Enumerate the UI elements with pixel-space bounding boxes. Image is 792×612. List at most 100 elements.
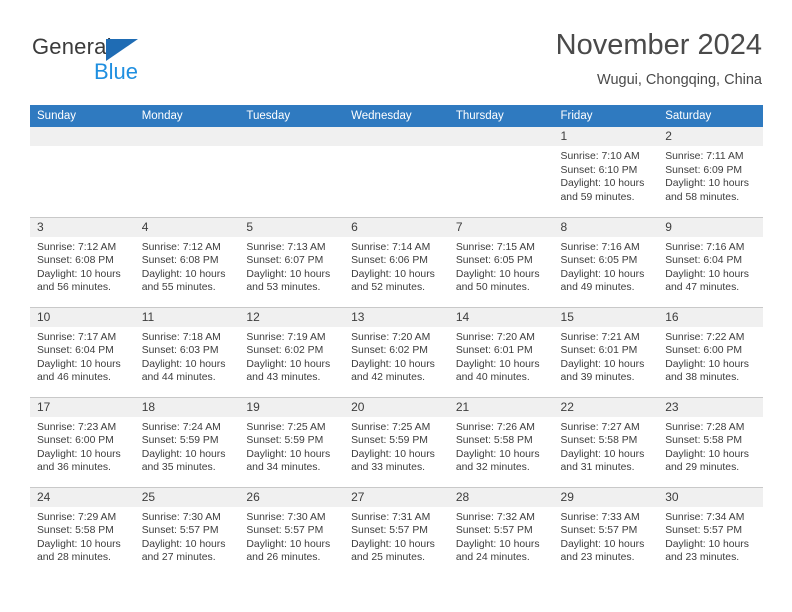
daylight-text-line1: Daylight: 10 hours bbox=[665, 538, 749, 550]
day-cell-body: 14 Sunrise: 7:20 AM Sunset: 6:01 PM Dayligh… bbox=[448, 307, 554, 397]
weekday-header-monday: Monday bbox=[134, 105, 240, 127]
page-header: General Blue November 2024 Wugui, Chongq… bbox=[30, 28, 762, 98]
day-number: 25 bbox=[134, 487, 240, 507]
day-sun-info: Sunrise: 7:30 AM Sunset: 5:57 PM Daylight:… bbox=[239, 507, 344, 565]
sunset-text: Sunset: 6:05 PM bbox=[455, 255, 533, 267]
sunset-text: Sunset: 5:58 PM bbox=[665, 435, 743, 447]
calendar-day-cell[interactable]: 10 Sunrise: 7:17 AM Sunset: 6:04 PM Dayligh… bbox=[30, 306, 135, 397]
daylight-text-line1: Daylight: 10 hours bbox=[560, 268, 645, 280]
day-cell-body: 3 Sunrise: 7:12 AM Sunset: 6:08 PM Daylight… bbox=[30, 217, 135, 307]
calendar-day-cell[interactable]: 12 Sunrise: 7:19 AM Sunset: 6:02 PM Dayligh… bbox=[239, 306, 345, 397]
day-number bbox=[30, 127, 135, 146]
daylight-text-line1: Daylight: 10 hours bbox=[246, 448, 331, 460]
day-number bbox=[239, 127, 345, 146]
calendar-day-cell[interactable]: 13 Sunrise: 7:20 AM Sunset: 6:02 PM Dayligh… bbox=[344, 306, 449, 397]
calendar-day-cell[interactable]: 26 Sunrise: 7:30 AM Sunset: 5:57 PM Dayligh… bbox=[239, 486, 345, 577]
day-cell-body: 9 Sunrise: 7:16 AM Sunset: 6:04 PM Daylight… bbox=[658, 217, 763, 307]
calendar-week-row: 3 Sunrise: 7:12 AM Sunset: 6:08 PM Daylight… bbox=[30, 216, 763, 307]
day-sun-info: Sunrise: 7:16 AM Sunset: 6:04 PM Daylight:… bbox=[658, 237, 763, 295]
general-blue-logo[interactable]: General Blue bbox=[32, 34, 162, 90]
day-sun-info: Sunrise: 7:25 AM Sunset: 5:59 PM Daylight:… bbox=[239, 417, 344, 475]
sunset-text: Sunset: 6:05 PM bbox=[560, 255, 638, 267]
day-number: 6 bbox=[344, 217, 449, 237]
daylight-text-line1: Daylight: 10 hours bbox=[246, 538, 331, 550]
day-sun-info: Sunrise: 7:31 AM Sunset: 5:57 PM Daylight:… bbox=[344, 507, 449, 565]
daylight-text-line1: Daylight: 10 hours bbox=[37, 268, 121, 280]
daylight-text-line2: and 42 minutes. bbox=[351, 372, 426, 384]
daylight-text-line1: Daylight: 10 hours bbox=[246, 268, 331, 280]
calendar-day-cell[interactable]: 9 Sunrise: 7:16 AM Sunset: 6:04 PM Daylight… bbox=[658, 216, 763, 307]
day-number: 1 bbox=[553, 127, 659, 146]
calendar-day-cell-empty bbox=[30, 127, 135, 217]
calendar-day-cell-empty bbox=[448, 127, 554, 217]
calendar-day-cell[interactable]: 28 Sunrise: 7:32 AM Sunset: 5:57 PM Dayligh… bbox=[448, 486, 554, 577]
sunset-text: Sunset: 5:59 PM bbox=[246, 435, 324, 447]
calendar-day-cell[interactable]: 29 Sunrise: 7:33 AM Sunset: 5:57 PM Dayligh… bbox=[553, 486, 659, 577]
daylight-text-line2: and 59 minutes. bbox=[560, 191, 635, 203]
daylight-text-line2: and 33 minutes. bbox=[351, 462, 426, 474]
day-number: 17 bbox=[30, 397, 135, 417]
day-cell-body: 19 Sunrise: 7:25 AM Sunset: 5:59 PM Dayligh… bbox=[239, 397, 345, 487]
calendar-day-cell[interactable]: 23 Sunrise: 7:28 AM Sunset: 5:58 PM Dayligh… bbox=[658, 396, 763, 487]
calendar-day-cell[interactable]: 21 Sunrise: 7:26 AM Sunset: 5:58 PM Dayligh… bbox=[448, 396, 554, 487]
calendar-day-cell[interactable]: 20 Sunrise: 7:25 AM Sunset: 5:59 PM Dayligh… bbox=[344, 396, 449, 487]
calendar-day-cell[interactable]: 19 Sunrise: 7:25 AM Sunset: 5:59 PM Dayligh… bbox=[239, 396, 345, 487]
day-number: 16 bbox=[658, 307, 763, 327]
daylight-text-line1: Daylight: 10 hours bbox=[455, 448, 540, 460]
calendar-day-cell[interactable]: 11 Sunrise: 7:18 AM Sunset: 6:03 PM Dayligh… bbox=[134, 306, 240, 397]
day-number: 23 bbox=[658, 397, 763, 417]
day-cell-body: 2 Sunrise: 7:11 AM Sunset: 6:09 PM Daylight… bbox=[658, 127, 763, 216]
sunset-text: Sunset: 6:08 PM bbox=[37, 255, 114, 267]
day-sun-info: Sunrise: 7:11 AM Sunset: 6:09 PM Daylight:… bbox=[658, 146, 763, 204]
sunrise-text: Sunrise: 7:27 AM bbox=[560, 421, 640, 433]
daylight-text-line1: Daylight: 10 hours bbox=[37, 358, 121, 370]
calendar-day-cell[interactable]: 16 Sunrise: 7:22 AM Sunset: 6:00 PM Dayligh… bbox=[658, 306, 763, 397]
calendar-day-cell[interactable]: 7 Sunrise: 7:15 AM Sunset: 6:05 PM Daylight… bbox=[448, 216, 554, 307]
sunrise-text: Sunrise: 7:34 AM bbox=[665, 511, 745, 523]
day-cell-body: 16 Sunrise: 7:22 AM Sunset: 6:00 PM Dayligh… bbox=[658, 307, 763, 397]
calendar-day-cell[interactable]: 8 Sunrise: 7:16 AM Sunset: 6:05 PM Daylight… bbox=[553, 216, 659, 307]
calendar-day-cell[interactable]: 6 Sunrise: 7:14 AM Sunset: 6:06 PM Daylight… bbox=[344, 216, 449, 307]
daylight-text-line1: Daylight: 10 hours bbox=[665, 178, 749, 190]
daylight-text-line1: Daylight: 10 hours bbox=[351, 538, 435, 550]
calendar-day-cell[interactable]: 15 Sunrise: 7:21 AM Sunset: 6:01 PM Dayligh… bbox=[553, 306, 659, 397]
sunrise-text: Sunrise: 7:16 AM bbox=[560, 241, 640, 253]
sunset-text: Sunset: 6:02 PM bbox=[351, 345, 428, 357]
daylight-text-line1: Daylight: 10 hours bbox=[560, 538, 645, 550]
weekday-header-saturday: Saturday bbox=[658, 105, 763, 127]
sunset-text: Sunset: 6:01 PM bbox=[455, 345, 533, 357]
calendar-day-cell[interactable]: 4 Sunrise: 7:12 AM Sunset: 6:08 PM Daylight… bbox=[134, 216, 240, 307]
calendar-day-cell[interactable]: 3 Sunrise: 7:12 AM Sunset: 6:08 PM Daylight… bbox=[30, 216, 135, 307]
calendar-day-cell[interactable]: 1 Sunrise: 7:10 AM Sunset: 6:10 PM Daylight… bbox=[553, 127, 659, 217]
calendar-day-cell-empty bbox=[134, 127, 240, 217]
calendar-day-cell[interactable]: 22 Sunrise: 7:27 AM Sunset: 5:58 PM Dayligh… bbox=[553, 396, 659, 487]
calendar-day-cell[interactable]: 17 Sunrise: 7:23 AM Sunset: 6:00 PM Dayligh… bbox=[30, 396, 135, 487]
daylight-text-line1: Daylight: 10 hours bbox=[141, 538, 226, 550]
calendar-day-cell[interactable]: 27 Sunrise: 7:31 AM Sunset: 5:57 PM Dayligh… bbox=[344, 486, 449, 577]
day-sun-info: Sunrise: 7:23 AM Sunset: 6:00 PM Daylight:… bbox=[30, 417, 135, 475]
day-cell-body: 20 Sunrise: 7:25 AM Sunset: 5:59 PM Dayligh… bbox=[344, 397, 449, 487]
day-number: 22 bbox=[553, 397, 659, 417]
day-number bbox=[344, 127, 449, 146]
day-number: 4 bbox=[134, 217, 240, 237]
calendar-day-cell[interactable]: 30 Sunrise: 7:34 AM Sunset: 5:57 PM Dayligh… bbox=[658, 486, 763, 577]
calendar-day-cell[interactable]: 18 Sunrise: 7:24 AM Sunset: 5:59 PM Dayligh… bbox=[134, 396, 240, 487]
day-cell-body: 24 Sunrise: 7:29 AM Sunset: 5:58 PM Dayligh… bbox=[30, 487, 135, 577]
calendar-day-cell[interactable]: 5 Sunrise: 7:13 AM Sunset: 6:07 PM Daylight… bbox=[239, 216, 345, 307]
daylight-text-line2: and 43 minutes. bbox=[246, 372, 321, 384]
day-sun-info: Sunrise: 7:20 AM Sunset: 6:01 PM Daylight:… bbox=[449, 327, 554, 385]
calendar-day-cell[interactable]: 14 Sunrise: 7:20 AM Sunset: 6:01 PM Dayligh… bbox=[448, 306, 554, 397]
sunset-text: Sunset: 6:01 PM bbox=[560, 345, 638, 357]
day-sun-info: Sunrise: 7:29 AM Sunset: 5:58 PM Daylight:… bbox=[30, 507, 135, 565]
day-cell-body: 10 Sunrise: 7:17 AM Sunset: 6:04 PM Dayligh… bbox=[30, 307, 135, 397]
calendar-day-cell[interactable]: 24 Sunrise: 7:29 AM Sunset: 5:58 PM Dayligh… bbox=[30, 486, 135, 577]
day-cell-body: 11 Sunrise: 7:18 AM Sunset: 6:03 PM Dayligh… bbox=[134, 307, 240, 397]
daylight-text-line1: Daylight: 10 hours bbox=[665, 448, 749, 460]
sunrise-text: Sunrise: 7:21 AM bbox=[560, 331, 640, 343]
month-calendar: Sunday Monday Tuesday Wednesday Thursday… bbox=[30, 105, 763, 577]
calendar-day-cell[interactable]: 2 Sunrise: 7:11 AM Sunset: 6:09 PM Daylight… bbox=[658, 127, 763, 217]
sunrise-text: Sunrise: 7:33 AM bbox=[560, 511, 640, 523]
calendar-day-cell[interactable]: 25 Sunrise: 7:30 AM Sunset: 5:57 PM Dayligh… bbox=[134, 486, 240, 577]
calendar-week-row: 1 Sunrise: 7:10 AM Sunset: 6:10 PM Daylight… bbox=[30, 127, 763, 217]
day-number: 29 bbox=[553, 487, 659, 507]
